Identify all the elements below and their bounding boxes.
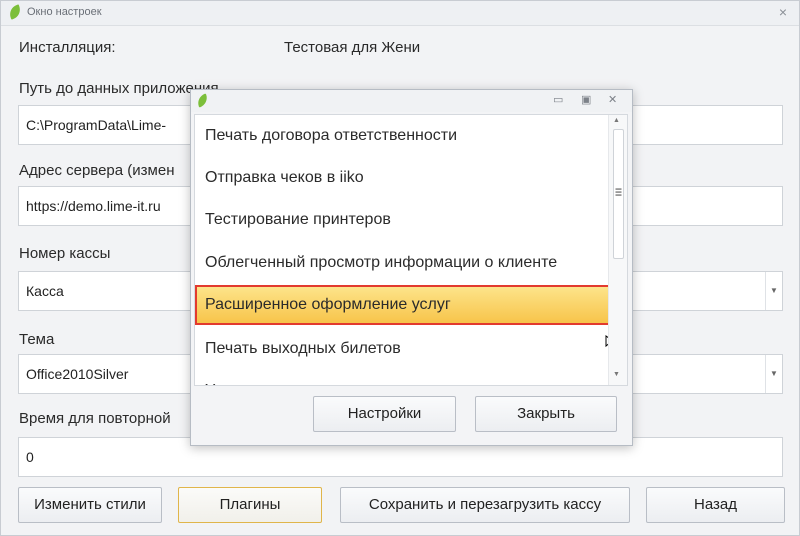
app-logo-icon [195,93,210,108]
chevron-down-icon[interactable]: ▼ [765,355,782,393]
list-item[interactable]: У [195,371,607,385]
path-label: Путь до данных приложения [19,80,219,97]
register-value: Касса [26,283,64,299]
plugins-dialog: ▭ ▣ ✕ Печать договора ответственности От… [190,89,633,446]
scroll-up-icon[interactable]: ▲ [613,117,620,124]
minimize-icon[interactable]: ▭ [553,93,563,106]
installation-value: Тестовая для Жени [284,39,421,56]
maximize-icon[interactable]: ▣ [581,93,591,106]
title-bar: Окно настроек × [1,1,799,26]
theme-label: Тема [19,331,55,348]
theme-value: Office2010Silver [26,366,129,382]
list-item-selected[interactable]: Расширенное оформление услуг [195,285,613,325]
close-icon[interactable]: × [779,4,787,20]
grip-icon: ▬ ▬ ▬ [615,186,622,198]
plugin-list[interactable]: Печать договора ответственности Отправка… [194,114,628,386]
change-styles-button[interactable]: Изменить стили [18,487,162,523]
installation-label: Инсталляция: [19,39,116,56]
path-value: C:\ProgramData\Lime- [26,117,167,133]
scrollbar-thumb[interactable]: ▬ ▬ ▬ [613,129,624,259]
back-button[interactable]: Назад [646,487,785,523]
server-value: https://demo.lime-it.ru [26,198,161,214]
app-logo-icon [7,4,23,20]
list-item[interactable]: Печать договора ответственности [195,116,607,156]
chevron-down-icon[interactable]: ▼ [765,272,782,310]
plugin-settings-button[interactable]: Настройки [313,396,456,432]
list-item[interactable]: Облегченный просмотр информации о клиент… [195,243,607,283]
vertical-scrollbar[interactable]: ▲ ▬ ▬ ▬ ▼ [608,115,627,385]
close-icon[interactable]: ✕ [608,93,617,106]
retry-label: Время для повторной [19,410,171,427]
register-label: Номер кассы [19,245,111,262]
dialog-title-bar: ▭ ▣ ✕ [191,90,632,112]
plugins-button[interactable]: Плагины [178,487,322,523]
save-reload-button[interactable]: Сохранить и перезагрузить кассу [340,487,630,523]
retry-value: 0 [26,449,34,465]
list-item[interactable]: Отправка чеков в iiko [195,158,607,198]
list-item[interactable]: Печать выходных билетов [195,329,607,369]
window-title: Окно настроек [27,6,102,18]
list-item[interactable]: Тестирование принтеров [195,200,607,240]
server-label: Адрес сервера (измен [19,162,175,179]
scroll-down-icon[interactable]: ▼ [613,371,620,378]
dialog-close-button[interactable]: Закрыть [475,396,617,432]
